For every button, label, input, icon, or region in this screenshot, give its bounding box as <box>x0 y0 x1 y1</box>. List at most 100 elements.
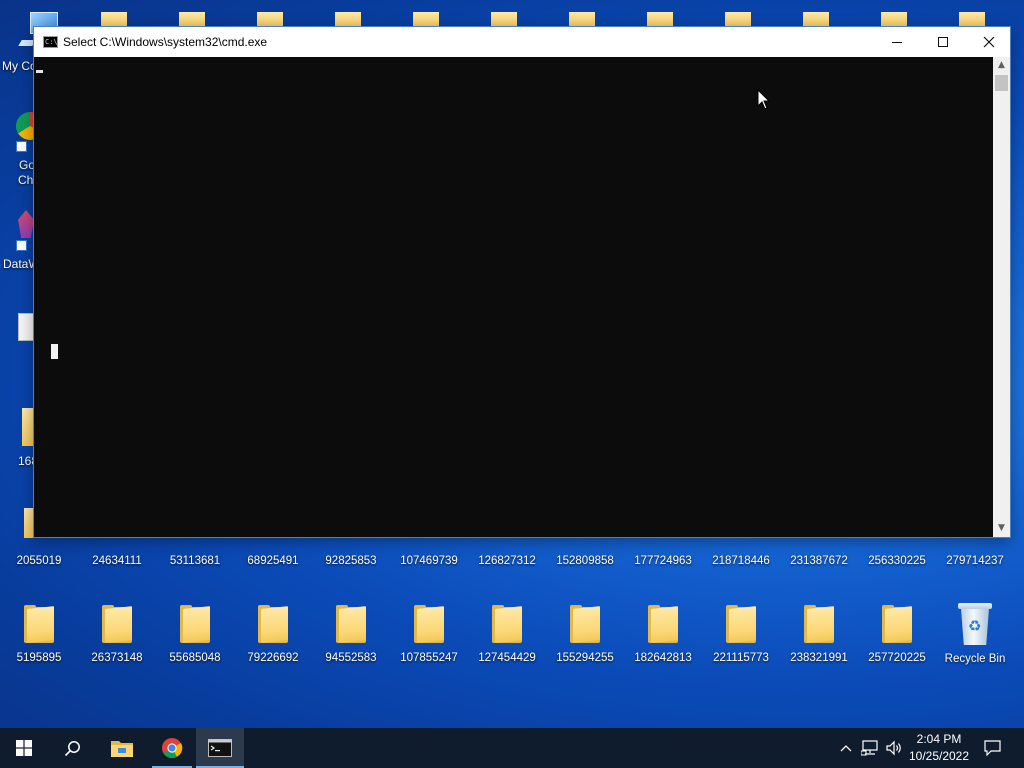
start-button[interactable] <box>0 728 48 768</box>
folder-53113681[interactable]: 53113681 <box>156 540 234 568</box>
folder-24634111[interactable]: 24634111 <box>78 540 156 568</box>
search-button[interactable] <box>48 728 96 768</box>
close-icon <box>983 36 995 48</box>
folder-177724963[interactable]: 177724963 <box>624 540 702 568</box>
folder-label: 79226692 <box>247 652 299 664</box>
folder-label: 127454429 <box>478 652 536 664</box>
folder-152809858[interactable]: 152809858 <box>546 540 624 568</box>
search-icon <box>64 740 80 756</box>
folder-155294255[interactable]: 155294255 <box>546 605 624 665</box>
folder-182642813[interactable]: 182642813 <box>624 605 702 665</box>
maximize-icon <box>938 37 948 47</box>
recycle-bin[interactable]: ♻ Recycle Bin <box>936 603 1014 666</box>
clock-date: 10/25/2022 <box>908 749 970 763</box>
window-title: Select C:\Windows\system32\cmd.exe <box>63 35 268 49</box>
folder-107469739[interactable]: 107469739 <box>390 540 468 568</box>
clock[interactable]: 2:04 PM 10/25/2022 <box>905 731 973 765</box>
folder-label: 107469739 <box>400 555 458 567</box>
folder-icon <box>492 605 522 643</box>
selection-cursor <box>36 70 43 73</box>
close-button[interactable] <box>966 27 1012 57</box>
folder-icon <box>414 605 444 643</box>
folder-279714237[interactable]: 279714237 <box>936 540 1014 568</box>
folder-label: 5195895 <box>16 652 62 664</box>
taskbar: 2:04 PM 10/25/2022 <box>0 728 1024 768</box>
datawrapper-shortcut-icon[interactable] <box>18 210 34 238</box>
volume-button[interactable] <box>882 728 906 768</box>
folder-label: 231387672 <box>790 555 848 567</box>
desktop: My Co Go Ch DataW 168 2055019 24634111 5… <box>0 0 1024 728</box>
folder-icon <box>882 605 912 643</box>
folder-label: 2055019 <box>16 555 62 567</box>
title-bar[interactable]: C:\_ Select C:\Windows\system32\cmd.exe <box>34 27 1010 57</box>
folder-label: 221115773 <box>713 652 769 664</box>
maximize-button[interactable] <box>920 27 966 57</box>
chrome-button[interactable] <box>148 728 196 768</box>
folder-label: 257720225 <box>868 652 926 664</box>
minimize-button[interactable] <box>874 27 920 57</box>
folder-icon <box>804 605 834 643</box>
console-area[interactable] <box>34 57 993 537</box>
scroll-down-button[interactable]: ▼ <box>993 520 1010 537</box>
folder-label: 152809858 <box>556 555 614 567</box>
folder-94552583[interactable]: 94552583 <box>312 605 390 665</box>
speaker-icon <box>886 740 901 756</box>
clock-time: 2:04 PM <box>916 732 962 746</box>
shortcut-arrow-icon <box>16 240 27 251</box>
cmd-taskbar-button[interactable] <box>196 728 244 768</box>
folder-icon <box>180 605 210 643</box>
folder-26373148[interactable]: 26373148 <box>78 605 156 665</box>
folder-icon <box>24 605 54 643</box>
folder-label: 177724963 <box>634 555 692 567</box>
mouse-pointer-icon <box>757 89 771 110</box>
folder-126827312[interactable]: 126827312 <box>468 540 546 568</box>
action-center-button[interactable] <box>978 728 1006 768</box>
folder-label: 26373148 <box>91 652 143 664</box>
settings-shortcut-icon[interactable] <box>18 313 34 341</box>
folder-2055019[interactable]: 2055019 <box>0 540 78 568</box>
chevron-up-icon <box>840 745 852 752</box>
vertical-scrollbar[interactable]: ▲ ▼ <box>993 57 1010 537</box>
folder-label: 107855247 <box>400 652 458 664</box>
folder-label: 94552583 <box>325 652 377 664</box>
recycle-bin-icon: ♻ <box>958 603 992 645</box>
folder-icon <box>726 605 756 643</box>
folder-label: 53113681 <box>169 555 221 567</box>
folder-256330225[interactable]: 256330225 <box>858 540 936 568</box>
folder-label: 279714237 <box>946 555 1004 567</box>
folder-label: 126827312 <box>478 555 536 567</box>
show-hidden-icons-button[interactable] <box>836 728 856 768</box>
recycle-bin-label: Recycle Bin <box>944 653 1006 665</box>
cmd-icon[interactable]: C:\_ <box>43 36 62 48</box>
folder-68925491[interactable]: 68925491 <box>234 540 312 568</box>
folder-icon <box>336 605 366 643</box>
file-explorer-button[interactable] <box>98 728 146 768</box>
scroll-thumb[interactable] <box>995 75 1008 91</box>
folder-231387672[interactable]: 231387672 <box>780 540 858 568</box>
folder-label: 55685048 <box>169 652 221 664</box>
folder-238321991[interactable]: 238321991 <box>780 605 858 665</box>
folder-55685048[interactable]: 55685048 <box>156 605 234 665</box>
folder-127454429[interactable]: 127454429 <box>468 605 546 665</box>
cmd-icon <box>208 739 232 757</box>
folder-label: 256330225 <box>868 555 926 567</box>
folder-5195895[interactable]: 5195895 <box>0 605 78 665</box>
folder-257720225[interactable]: 257720225 <box>858 605 936 665</box>
shortcut-arrow-icon <box>16 141 27 152</box>
folder-79226692[interactable]: 79226692 <box>234 605 312 665</box>
network-button[interactable] <box>858 728 882 768</box>
folder-218718446[interactable]: 218718446 <box>702 540 780 568</box>
text-caret <box>51 344 58 359</box>
folder-label: 92825853 <box>325 555 377 567</box>
folder-label: 24634111 <box>92 555 142 567</box>
windows-logo-icon <box>16 740 32 756</box>
folder-221115773[interactable]: 221115773 <box>702 605 780 665</box>
folder-107855247[interactable]: 107855247 <box>390 605 468 665</box>
minimize-icon <box>892 41 902 43</box>
file-explorer-icon <box>111 741 133 757</box>
desktop-label-left-3: Ch <box>18 173 34 187</box>
chrome-icon <box>162 738 183 759</box>
scroll-up-button[interactable]: ▲ <box>993 57 1010 74</box>
cmd-window[interactable]: C:\_ Select C:\Windows\system32\cmd.exe … <box>33 26 1011 538</box>
folder-92825853[interactable]: 92825853 <box>312 540 390 568</box>
